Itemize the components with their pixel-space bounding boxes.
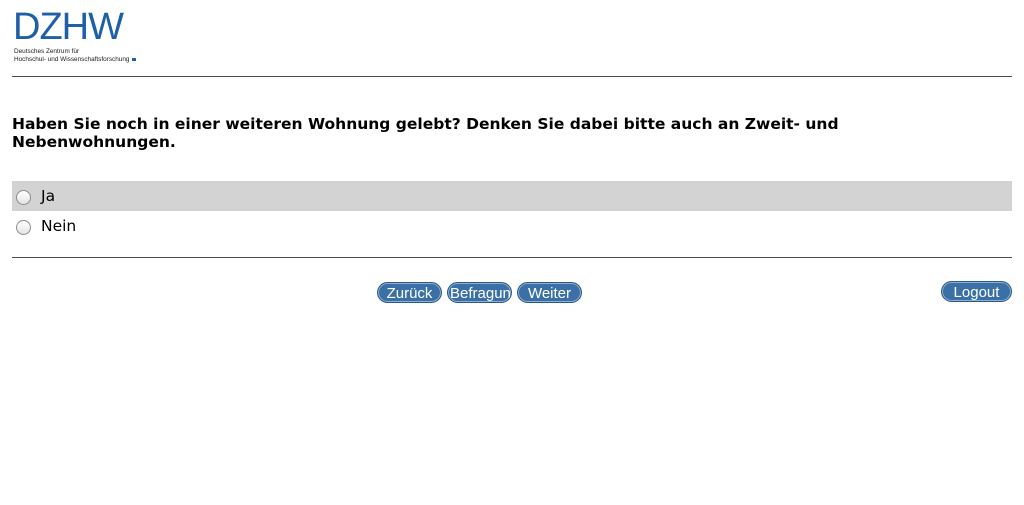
footer-divider [12, 257, 1012, 258]
radio-button-nein[interactable] [16, 220, 31, 235]
option-nein[interactable]: Nein [12, 211, 1012, 241]
option-ja[interactable]: Ja [12, 181, 1012, 211]
header-divider [12, 76, 1012, 77]
logout-button[interactable]: Logout [941, 281, 1012, 302]
back-button[interactable]: Zurück [377, 282, 442, 303]
next-button[interactable]: Weiter [517, 282, 582, 303]
answer-options: Ja Nein [12, 181, 1012, 241]
dzhw-logo: DZHW Deutsches Zentrum für Hochschul- un… [13, 6, 153, 68]
option-label-ja[interactable]: Ja [41, 187, 55, 205]
logo-mark-icon [132, 58, 137, 61]
question-text: Haben Sie noch in einer weiteren Wohnung… [12, 115, 839, 151]
survey-button[interactable]: Befragung [447, 282, 512, 303]
survey-page: DZHW Deutsches Zentrum für Hochschul- un… [0, 0, 1024, 505]
radio-button-ja[interactable] [16, 190, 31, 205]
logo-wordmark: DZHW [13, 6, 124, 48]
logo-subtitle-line-1: Deutsches Zentrum für [14, 48, 79, 55]
option-label-nein[interactable]: Nein [41, 217, 76, 235]
logo-subtitle-line-2-text: Hochschul- und Wissenschaftsforschung [14, 56, 130, 63]
logo-subtitle-line-2: Hochschul- und Wissenschaftsforschung [14, 56, 137, 64]
